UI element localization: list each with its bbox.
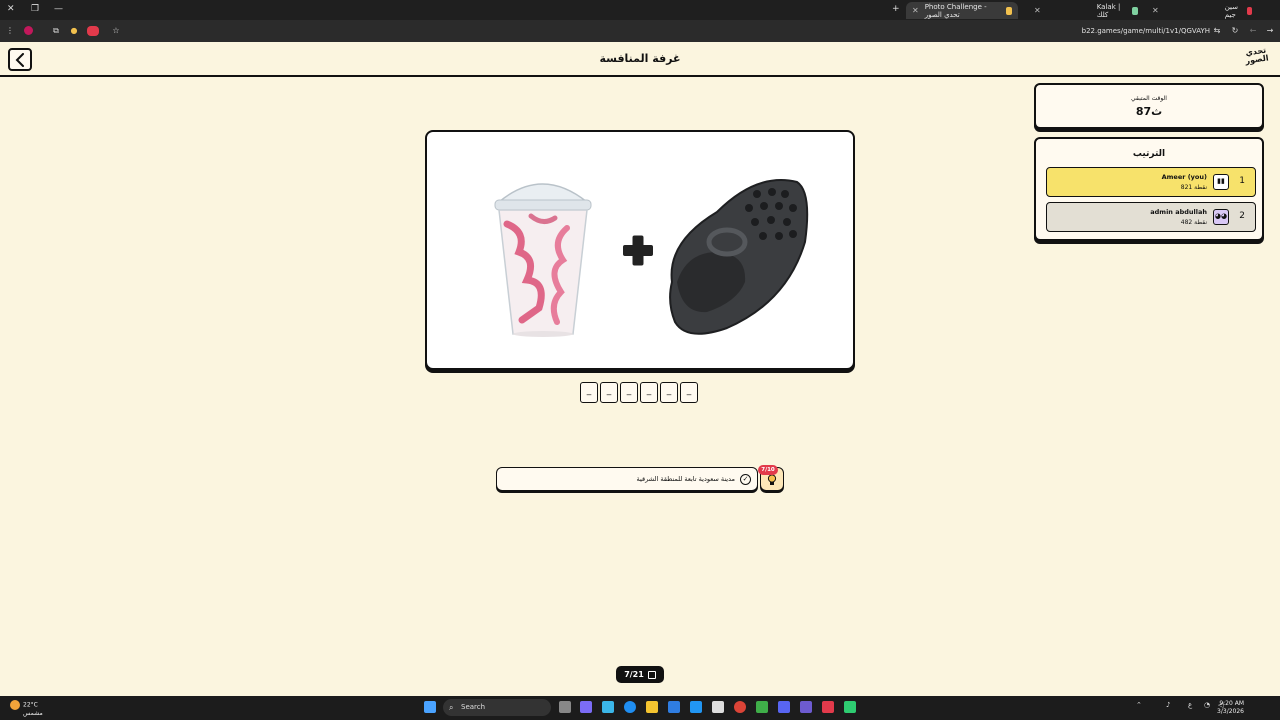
- file-explorer-icon[interactable]: [646, 701, 658, 713]
- milkshake-cup-image: [494, 183, 592, 337]
- chevron-up-icon[interactable]: ⌃: [1136, 701, 1142, 709]
- site-settings-icon[interactable]: ⇆: [1212, 26, 1222, 36]
- player-points: 821 نقطة: [1180, 184, 1207, 191]
- tab-kalak[interactable]: ✕ Kalak | كلك: [1028, 2, 1144, 19]
- ranking-card: الترتيب 1 ▮▮ Ameer (you) 821 نقطة 2 ◕◕ a…: [1034, 137, 1264, 241]
- tab-label: Photo Challenge - تحدي الصور: [924, 2, 987, 19]
- answer-slot[interactable]: _: [660, 382, 678, 403]
- rank-number: 2: [1239, 211, 1245, 221]
- progress-label: 7/21: [624, 670, 644, 679]
- app-icon[interactable]: [800, 701, 812, 713]
- clock-time: 9:20 AM: [1219, 700, 1244, 707]
- answer-slot[interactable]: _: [680, 382, 698, 403]
- clock-date: 3/3/2026: [1217, 708, 1244, 715]
- os-taskbar: 22°C مشمس ⌕ Search ⌃ ♪ ع ◔ ◁ 9:20 AM 3/3…: [0, 696, 1280, 720]
- time-remaining-label: الوقت المتبقي: [1131, 95, 1167, 102]
- url-text[interactable]: b22.games/game/multi/1v1/QGVAYH: [1082, 27, 1210, 35]
- answer-slots: _ _ _ _ _ _: [580, 382, 700, 404]
- clock[interactable]: 9:20 AM 3/3/2026: [1217, 700, 1244, 716]
- bookmark-star-icon[interactable]: ☆: [111, 26, 121, 36]
- hint-box: ✓ مدينة سعودية تابعة للمنطقة الشرقية: [496, 467, 758, 491]
- hint-count-badge: 7/10: [758, 465, 778, 475]
- chrome-icon[interactable]: [734, 701, 746, 713]
- extension-icon[interactable]: [87, 26, 99, 36]
- close-tab-icon[interactable]: ✕: [912, 6, 919, 15]
- weather-text: مشمس: [23, 710, 43, 717]
- ranking-row: 2 ◕◕ admin abdullah 482 نقطة: [1046, 202, 1256, 232]
- answer-slot[interactable]: _: [640, 382, 658, 403]
- minimize-window-icon[interactable]: —: [54, 4, 63, 14]
- avatar: ▮▮: [1213, 174, 1229, 190]
- answer-slot[interactable]: _: [580, 382, 598, 403]
- image-icon: [647, 670, 656, 679]
- answer-slot[interactable]: _: [620, 382, 638, 403]
- store-icon[interactable]: [712, 701, 724, 713]
- puzzle-image-card: [425, 130, 855, 370]
- check-circle-icon: ✓: [740, 474, 751, 485]
- xbox-icon[interactable]: [756, 701, 768, 713]
- close-window-icon[interactable]: ✕: [7, 4, 15, 14]
- close-tab-icon[interactable]: ✕: [1152, 6, 1159, 15]
- temperature: 22°C: [23, 701, 38, 709]
- weather-widget[interactable]: 22°C مشمس: [10, 700, 43, 717]
- time-remaining-card: الوقت المتبقي 87ث: [1034, 83, 1264, 129]
- task-view-icon[interactable]: [559, 701, 571, 713]
- player-points: 482 نقطة: [1180, 219, 1207, 226]
- puzzle-image: [494, 179, 809, 337]
- microphone-icon[interactable]: ♪: [1166, 701, 1170, 709]
- rank-number: 1: [1239, 176, 1245, 186]
- app-icon[interactable]: [844, 701, 856, 713]
- search-placeholder: Search: [461, 703, 486, 711]
- extension-icon[interactable]: ●: [69, 26, 79, 36]
- mail-icon[interactable]: [668, 701, 680, 713]
- extensions-puzzle-icon[interactable]: ⧉: [51, 26, 61, 36]
- favicon-icon: [1005, 6, 1012, 15]
- time-remaining-value: 87ث: [1135, 105, 1163, 118]
- tab-label: سين جيم: [1224, 2, 1239, 19]
- address-bar: ⋮ ⧉ ● ☆ b22.games/game/multi/1v1/QGVAYH …: [0, 20, 1280, 42]
- restore-window-icon[interactable]: ❐: [31, 4, 39, 14]
- search-icon: ⌕: [449, 703, 454, 712]
- tab-photo-challenge[interactable]: ✕ Photo Challenge - تحدي الصور: [906, 2, 1018, 19]
- app-icon[interactable]: [822, 701, 834, 713]
- question-progress: 7/21: [616, 666, 664, 683]
- page-header: غرفة المنافسة تحدي الصور: [0, 42, 1280, 77]
- tab-label: Kalak | كلك: [1096, 2, 1121, 19]
- lightbulb-icon: [767, 474, 777, 485]
- windows-start-icon[interactable]: [424, 701, 436, 713]
- taskbar-search[interactable]: ⌕ Search: [443, 699, 551, 716]
- edge-icon[interactable]: [624, 701, 636, 713]
- teams-icon[interactable]: [580, 701, 592, 713]
- discord-icon[interactable]: [778, 701, 790, 713]
- tab-seen-jeem[interactable]: ✕ سين جيم: [1146, 2, 1258, 19]
- plus-operator-icon: [623, 235, 653, 266]
- forward-arrow-icon[interactable]: ←: [1248, 26, 1258, 36]
- page-title: غرفة المنافسة: [599, 52, 681, 65]
- answer-slot[interactable]: _: [600, 382, 618, 403]
- copilot-icon[interactable]: [602, 701, 614, 713]
- browser-tab-bar: ✕ ❐ — + ✕ Photo Challenge - تحدي الصور ✕…: [0, 0, 1280, 20]
- language-indicator[interactable]: ع: [1188, 701, 1192, 709]
- extension-icon[interactable]: [24, 26, 33, 35]
- hint-text: مدينة سعودية تابعة للمنطقة الشرقية: [636, 475, 735, 483]
- reload-icon[interactable]: ↻: [1230, 26, 1240, 36]
- favicon-icon: [1131, 6, 1138, 15]
- ranking-title: الترتيب: [1132, 149, 1166, 159]
- new-tab-icon[interactable]: +: [892, 4, 900, 14]
- wifi-icon[interactable]: ◔: [1204, 701, 1210, 709]
- player-name: Ameer (you): [1161, 173, 1207, 181]
- player-name: admin abdullah: [1150, 208, 1207, 216]
- favicon-icon: [1247, 6, 1252, 15]
- sun-icon: [10, 700, 20, 710]
- clog-shoe-image: [669, 179, 809, 335]
- site-logo[interactable]: تحدي الصور: [1242, 46, 1271, 73]
- avatar: ◕◕: [1213, 209, 1229, 225]
- menu-dots-icon[interactable]: ⋮: [5, 26, 15, 36]
- steam-icon[interactable]: [690, 701, 702, 713]
- close-tab-icon[interactable]: ✕: [1034, 6, 1041, 15]
- ranking-row: 1 ▮▮ Ameer (you) 821 نقطة: [1046, 167, 1256, 197]
- back-arrow-icon[interactable]: →: [1265, 26, 1275, 36]
